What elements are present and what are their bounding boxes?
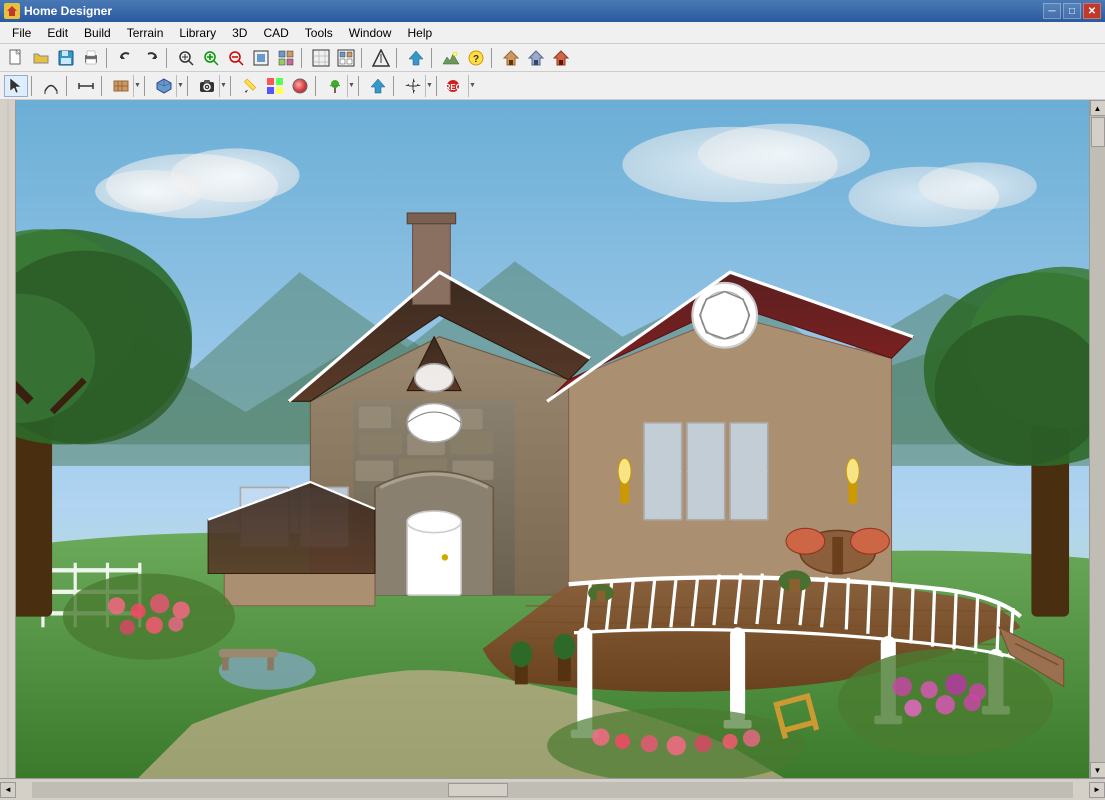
sep-t2-2 (66, 76, 71, 96)
scroll-down-arrow[interactable]: ▼ (1090, 762, 1105, 778)
terrain-button[interactable] (439, 47, 463, 69)
sep-5 (396, 48, 401, 68)
obj3d-dropdown-arrow[interactable]: ▼ (176, 75, 184, 97)
sep-1 (106, 48, 111, 68)
app-icon (4, 3, 20, 19)
wall-button[interactable] (109, 75, 133, 97)
sep-7 (491, 48, 496, 68)
left-ruler (0, 100, 16, 778)
sep-t2-6 (230, 76, 235, 96)
sep-t2-1 (31, 76, 36, 96)
record-tool-group: REC ▼ (444, 75, 476, 97)
wall-dropdown-arrow[interactable]: ▼ (133, 75, 141, 97)
scroll-left-arrow[interactable]: ◄ (0, 782, 16, 798)
help-button[interactable]: ? (464, 47, 488, 69)
sep-t2-7 (315, 76, 320, 96)
print-button[interactable] (79, 47, 103, 69)
house-button-1[interactable] (499, 47, 523, 69)
menu-tools[interactable]: Tools (297, 24, 341, 42)
menu-build[interactable]: Build (76, 24, 119, 42)
sep-4 (361, 48, 366, 68)
menu-cad[interactable]: CAD (255, 24, 296, 42)
svg-text:REC: REC (445, 83, 462, 92)
redo-button[interactable] (139, 47, 163, 69)
sep-t2-10 (436, 76, 441, 96)
move-dropdown-arrow[interactable]: ▼ (425, 75, 433, 97)
move-button[interactable] (401, 75, 425, 97)
maximize-button[interactable]: □ (1063, 3, 1081, 19)
menu-bar: File Edit Build Terrain Library 3D CAD T… (0, 22, 1105, 44)
zoom-in-button[interactable] (199, 47, 223, 69)
pencil-button[interactable] (238, 75, 262, 97)
house-button-2[interactable] (524, 47, 548, 69)
main-area: ▲ ▼ (0, 100, 1105, 778)
grid-snap-button[interactable] (309, 47, 333, 69)
sep-t2-5 (187, 76, 192, 96)
camera-dropdown-arrow[interactable]: ▼ (219, 75, 227, 97)
record-button[interactable]: REC (444, 75, 468, 97)
undo-button[interactable] (114, 47, 138, 69)
app-title: Home Designer (24, 4, 1043, 18)
h-scrollbar[interactable] (32, 782, 1073, 798)
menu-3d[interactable]: 3D (224, 24, 255, 42)
zoom-button[interactable] (174, 47, 198, 69)
sep-3 (301, 48, 306, 68)
right-scrollbar: ▲ ▼ (1089, 100, 1105, 778)
move-tool-group: ▼ (401, 75, 433, 97)
open-button[interactable] (29, 47, 53, 69)
material-button[interactable] (288, 75, 312, 97)
new-button[interactable] (4, 47, 28, 69)
obj3d-tool-group: ▼ (152, 75, 184, 97)
menu-edit[interactable]: Edit (39, 24, 76, 42)
window-controls: ─ □ ✕ (1043, 3, 1101, 19)
menu-help[interactable]: Help (399, 24, 440, 42)
sep-2 (166, 48, 171, 68)
close-button[interactable]: ✕ (1083, 3, 1101, 19)
toolbar-2: ▼ ▼ ▼ ▼ (0, 72, 1105, 100)
sep-t2-8 (358, 76, 363, 96)
plant-button[interactable] (323, 75, 347, 97)
camera-button[interactable] (195, 75, 219, 97)
measure-button[interactable] (74, 75, 98, 97)
plant-tool-group: ▼ (323, 75, 355, 97)
svg-text:?: ? (473, 54, 479, 65)
sep-t2-4 (144, 76, 149, 96)
camera-tool-group: ▼ (195, 75, 227, 97)
zoom-out-button[interactable] (224, 47, 248, 69)
color-palette-button[interactable] (263, 75, 287, 97)
obj3d-button[interactable] (152, 75, 176, 97)
transform-button[interactable] (369, 47, 393, 69)
menu-terrain[interactable]: Terrain (119, 24, 172, 42)
canvas-area[interactable] (16, 100, 1089, 778)
angle-snap-button[interactable] (334, 47, 358, 69)
menu-file[interactable]: File (4, 24, 39, 42)
toolbar-1: ? (0, 44, 1105, 72)
record-dropdown-arrow[interactable]: ▼ (468, 75, 476, 97)
select-tool[interactable] (4, 75, 28, 97)
scroll-right-arrow[interactable]: ► (1089, 782, 1105, 798)
arrow-up-tool[interactable] (404, 47, 428, 69)
bottom-bar: ◄ ► (0, 778, 1105, 800)
minimize-button[interactable]: ─ (1043, 3, 1061, 19)
menu-window[interactable]: Window (341, 24, 400, 42)
sep-6 (431, 48, 436, 68)
fit-all-button[interactable] (274, 47, 298, 69)
menu-library[interactable]: Library (171, 24, 224, 42)
up-arrow-button[interactable] (366, 75, 390, 97)
save-button[interactable] (54, 47, 78, 69)
scroll-thumb-vertical[interactable] (1091, 117, 1105, 147)
fit-button[interactable] (249, 47, 273, 69)
scroll-track-vertical[interactable] (1090, 116, 1105, 762)
title-bar: Home Designer ─ □ ✕ (0, 0, 1105, 22)
scene-view (16, 100, 1089, 778)
house-button-3[interactable] (549, 47, 573, 69)
sep-t2-3 (101, 76, 106, 96)
h-scroll-thumb[interactable] (448, 783, 508, 797)
draw-arc-button[interactable] (39, 75, 63, 97)
scroll-up-arrow[interactable]: ▲ (1090, 100, 1105, 116)
wall-tool-group: ▼ (109, 75, 141, 97)
sep-t2-9 (393, 76, 398, 96)
plant-dropdown-arrow[interactable]: ▼ (347, 75, 355, 97)
